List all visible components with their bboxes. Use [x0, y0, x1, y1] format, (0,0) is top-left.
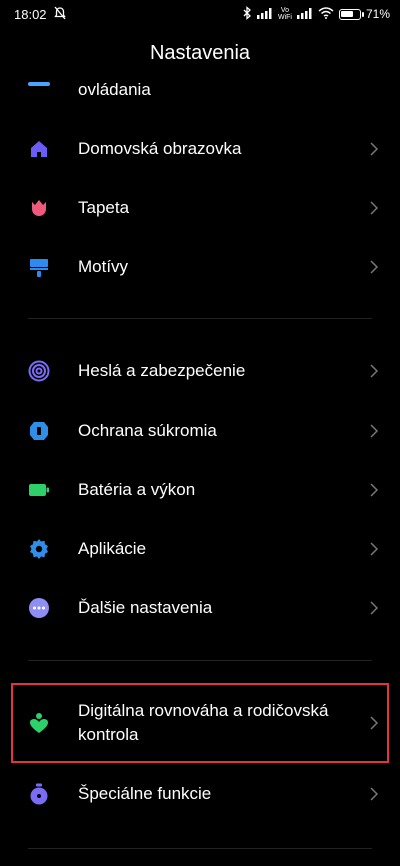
status-time: 18:02 — [14, 6, 47, 22]
chevron-right-icon — [370, 260, 379, 274]
section-divider — [28, 848, 372, 849]
settings-item-label: Tapeta — [78, 198, 130, 217]
settings-item-label: Ochrana súkromia — [78, 421, 217, 440]
settings-item-passwords-security[interactable]: Heslá a zabezpečenie — [0, 343, 400, 399]
chevron-right-icon — [370, 483, 379, 497]
settings-item-wallpaper[interactable]: Tapeta — [0, 180, 400, 236]
home-icon — [28, 138, 50, 160]
battery-indicator — [338, 8, 364, 20]
settings-item-label: Ďalšie nastavenia — [78, 598, 213, 617]
chevron-right-icon — [370, 542, 379, 556]
alarm-off-icon — [53, 6, 67, 23]
settings-item-label: Aplikácie — [78, 539, 147, 558]
settings-item-label: Domovská obrazovka — [78, 139, 242, 158]
tulip-icon — [28, 197, 50, 219]
section-divider — [28, 660, 372, 661]
settings-item-partial[interactable]: ovládania — [0, 62, 400, 118]
vowifi-icon: Vo WiFi — [278, 7, 292, 21]
bluetooth-icon — [242, 5, 252, 23]
settings-item-label: Batéria a výkon — [78, 480, 196, 499]
settings-item-privacy[interactable]: Ochrana súkromia — [0, 403, 400, 459]
settings-item-label: Heslá a zabezpečenie — [78, 361, 246, 380]
chevron-right-icon — [370, 601, 379, 615]
shield-icon — [28, 420, 50, 442]
timer-icon — [28, 783, 50, 805]
settings-item-label: ovládania — [78, 80, 151, 99]
remote-control-icon — [28, 82, 50, 90]
status-left: 18:02 — [14, 6, 67, 23]
battery-percent-text: 71% — [365, 7, 390, 21]
settings-item-home-screen[interactable]: Domovská obrazovka — [0, 121, 400, 177]
gear-icon — [28, 538, 50, 560]
section-divider — [28, 318, 372, 319]
status-right: Vo WiFi 71% — [242, 5, 390, 23]
vowifi-top-text: Vo — [280, 7, 290, 14]
settings-item-label: Špeciálne funkcie — [78, 784, 212, 803]
fingerprint-icon — [28, 360, 50, 382]
brush-icon — [28, 256, 50, 278]
chevron-right-icon — [370, 201, 379, 215]
chevron-right-icon — [370, 424, 379, 438]
wifi-icon — [318, 6, 334, 22]
settings-item-themes[interactable]: Motívy — [0, 239, 400, 295]
settings-item-apps[interactable]: Aplikácie — [0, 521, 400, 577]
chevron-right-icon — [370, 364, 379, 378]
signal-icon — [256, 7, 273, 22]
more-icon — [28, 597, 50, 619]
chevron-right-icon — [370, 787, 379, 801]
highlight-frame — [11, 683, 389, 763]
vowifi-bottom-text: WiFi — [277, 14, 292, 21]
battery-icon — [28, 479, 50, 501]
settings-item-special-features[interactable]: Špeciálne funkcie — [0, 766, 400, 822]
battery-level — [341, 11, 353, 17]
settings-item-additional[interactable]: Ďalšie nastavenia — [0, 580, 400, 636]
status-bar: 18:02 Vo WiFi 71% — [0, 0, 400, 28]
signal-icon-2 — [296, 7, 313, 22]
settings-item-battery[interactable]: Batéria a výkon — [0, 462, 400, 518]
settings-item-label: Motívy — [78, 257, 129, 276]
chevron-right-icon — [370, 142, 379, 156]
